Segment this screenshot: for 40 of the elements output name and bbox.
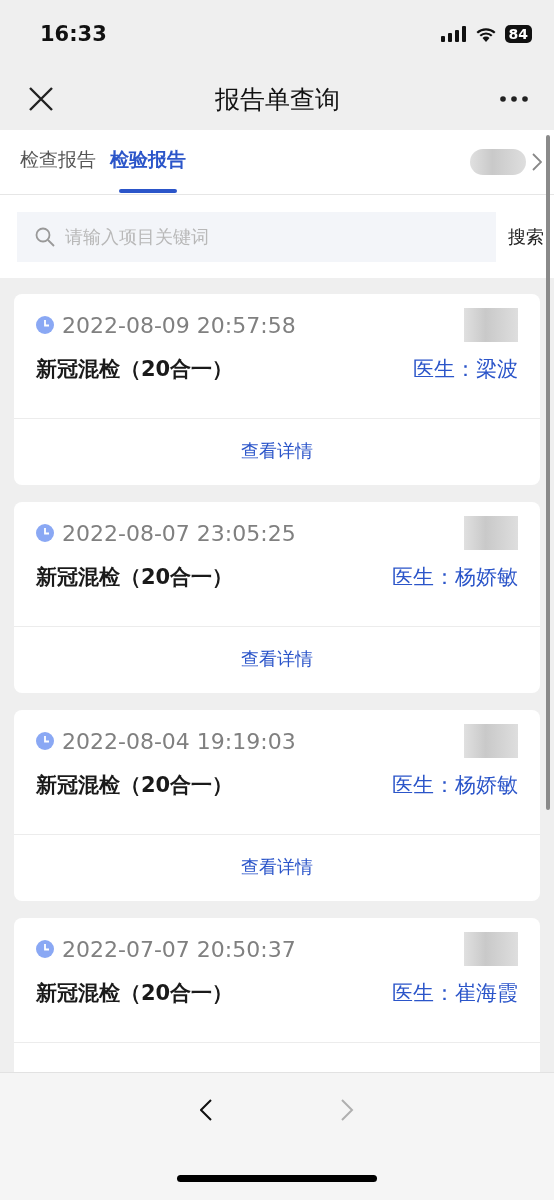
chevron-left-icon [200,1099,213,1122]
test-name: 新冠混检（20合一） [36,564,234,591]
details-link[interactable]: 查看详情 [14,627,540,693]
redacted-block [464,932,518,966]
more-icon[interactable] [500,96,528,102]
doctor-name: 医生：梁波 [413,356,518,383]
redacted-block [470,149,526,175]
details-link[interactable]: 查看详情 [14,419,540,485]
battery-level: 84 [504,25,532,43]
clock-icon [36,732,54,750]
report-time: 2022-08-07 23:05:25 [62,520,296,546]
search-button[interactable]: 搜索 [508,224,544,249]
redacted-block [464,308,518,342]
test-name: 新冠混检（20合一） [36,356,234,383]
wifi-icon [474,26,497,42]
details-link[interactable]: 查看详情 [14,835,540,901]
chevron-right-icon [341,1099,354,1122]
page-title: 报告单查询 [214,83,340,116]
test-name: 新冠混检（20合一） [36,772,234,799]
close-icon[interactable] [28,86,54,112]
chevron-right-icon[interactable] [532,153,542,171]
report-time: 2022-07-07 20:50:37 [62,936,296,962]
status-time: 16:33 [40,22,107,46]
test-name: 新冠混检（20合一） [36,980,234,1007]
search-input[interactable]: 请输入项目关键词 [63,225,478,248]
report-tab[interactable]: 检验报告 [110,130,186,194]
signal-icon [440,26,467,42]
clock-icon [36,316,54,334]
redacted-block [464,516,518,550]
search-icon [35,226,55,247]
report-time: 2022-08-09 20:57:58 [62,312,296,338]
report-time: 2022-08-04 19:19:03 [62,728,296,754]
doctor-name: 医生：崔海霞 [392,980,518,1007]
report-tab[interactable]: 检查报告 [20,130,96,194]
search-field[interactable]: 请输入项目关键词 [17,211,496,262]
clock-icon [36,524,54,542]
doctor-name: 医生：杨娇敏 [392,772,518,799]
doctor-name: 医生：杨娇敏 [392,564,518,591]
redacted-block [464,724,518,758]
clock-icon [36,940,54,958]
